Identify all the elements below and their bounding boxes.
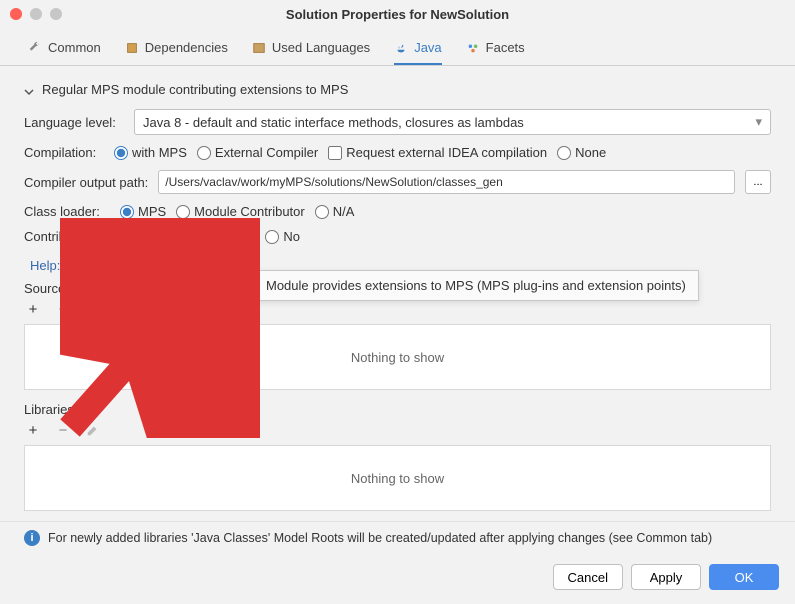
language-level-label: Language level: [24,115,124,130]
tab-label: Common [48,40,101,55]
tab-dependencies[interactable]: Dependencies [125,40,228,65]
ok-button[interactable]: OK [709,564,779,590]
contributes-radio-group: Yes No [216,229,300,244]
tabs: Common Dependencies Used Languages Java … [0,28,795,66]
browse-button[interactable]: ... [745,170,771,194]
compilation-radio-group: with MPS External Compiler Request exter… [114,145,606,160]
contributes-yes-radio[interactable] [216,230,230,244]
tab-label: Java [414,40,441,55]
compiler-output-label: Compiler output path: [24,175,148,190]
section-title: Regular MPS module contributing extensio… [42,82,348,97]
compilation-with-mps[interactable]: with MPS [114,145,187,160]
source-paths-panel: Nothing to show [24,324,771,390]
add-library-button[interactable]: + [24,421,42,439]
box-icon [125,41,139,55]
lang-icon [252,41,266,55]
compilation-request-idea-check[interactable] [328,146,342,160]
classloader-contributor[interactable]: Module Contributor [176,204,305,219]
class-loader-row: Class loader: MPS Module Contributor N/A [24,204,771,219]
contributes-label: Contributes extensions to MPS: [24,229,206,244]
contributes-yes[interactable]: Yes [216,229,255,244]
edit-source-path-button [84,300,102,318]
info-icon: i [24,530,40,546]
class-loader-radio-group: MPS Module Contributor N/A [120,204,354,219]
info-row: i For newly added libraries 'Java Classe… [0,521,795,554]
window-title: Solution Properties for NewSolution [0,7,795,22]
tab-label: Dependencies [145,40,228,55]
libraries-panel: Nothing to show [24,445,771,511]
tab-common[interactable]: Common [28,40,101,65]
titlebar: Solution Properties for NewSolution [0,0,795,28]
class-loader-label: Class loader: [24,204,110,219]
classloader-na-radio[interactable] [315,205,329,219]
compiler-output-field[interactable] [158,170,735,194]
classloader-contributor-radio[interactable] [176,205,190,219]
language-level-select[interactable]: Java 8 - default and static interface me… [134,109,771,135]
tab-used-languages[interactable]: Used Languages [252,40,370,65]
compilation-none[interactable]: None [557,145,606,160]
tooltip: Module provides extensions to MPS (MPS p… [253,270,699,301]
compilation-request-idea[interactable]: Request external IDEA compilation [328,145,547,160]
contributes-row: Contributes extensions to MPS: Yes No [24,229,771,244]
contributes-no-radio[interactable] [265,230,279,244]
facets-icon [466,41,480,55]
chevron-down-icon [24,85,34,95]
java-icon [394,41,408,55]
wrench-icon [28,41,42,55]
compilation-label: Compilation: [24,145,104,160]
section-header[interactable]: Regular MPS module contributing extensio… [24,82,771,97]
apply-button[interactable]: Apply [631,564,701,590]
classloader-mps[interactable]: MPS [120,204,166,219]
cancel-button[interactable]: Cancel [553,564,623,590]
classloader-na[interactable]: N/A [315,204,355,219]
tab-label: Used Languages [272,40,370,55]
dialog-buttons: Cancel Apply OK [0,554,795,604]
compilation-row: Compilation: with MPS External Compiler … [24,145,771,160]
info-text: For newly added libraries 'Java Classes'… [48,531,712,545]
contributes-no[interactable]: No [265,229,300,244]
tab-facets[interactable]: Facets [466,40,525,65]
compilation-none-radio[interactable] [557,146,571,160]
tooltip-text: Module provides extensions to MPS (MPS p… [266,278,686,293]
classloader-mps-radio[interactable] [120,205,134,219]
libraries-empty: Nothing to show [351,471,444,486]
remove-library-button: − [54,421,72,439]
compiler-output-row: Compiler output path: ... [24,170,771,194]
libraries-label: Libraries: [24,402,771,417]
compilation-external[interactable]: External Compiler [197,145,318,160]
help-link[interactable]: Help: master the Java facet settings [30,258,237,273]
libraries-toolbar: + − [24,417,771,443]
remove-source-path-button: − [54,300,72,318]
compilation-with-mps-radio[interactable] [114,146,128,160]
source-paths-empty: Nothing to show [351,350,444,365]
compilation-external-radio[interactable] [197,146,211,160]
tab-java[interactable]: Java [394,40,441,65]
edit-library-button [84,421,102,439]
caret-down-icon: ▾ [755,114,762,130]
language-level-row: Language level: Java 8 - default and sta… [24,109,771,135]
language-level-value: Java 8 - default and static interface me… [143,115,524,130]
add-source-path-button[interactable]: + [24,300,42,318]
tab-label: Facets [486,40,525,55]
